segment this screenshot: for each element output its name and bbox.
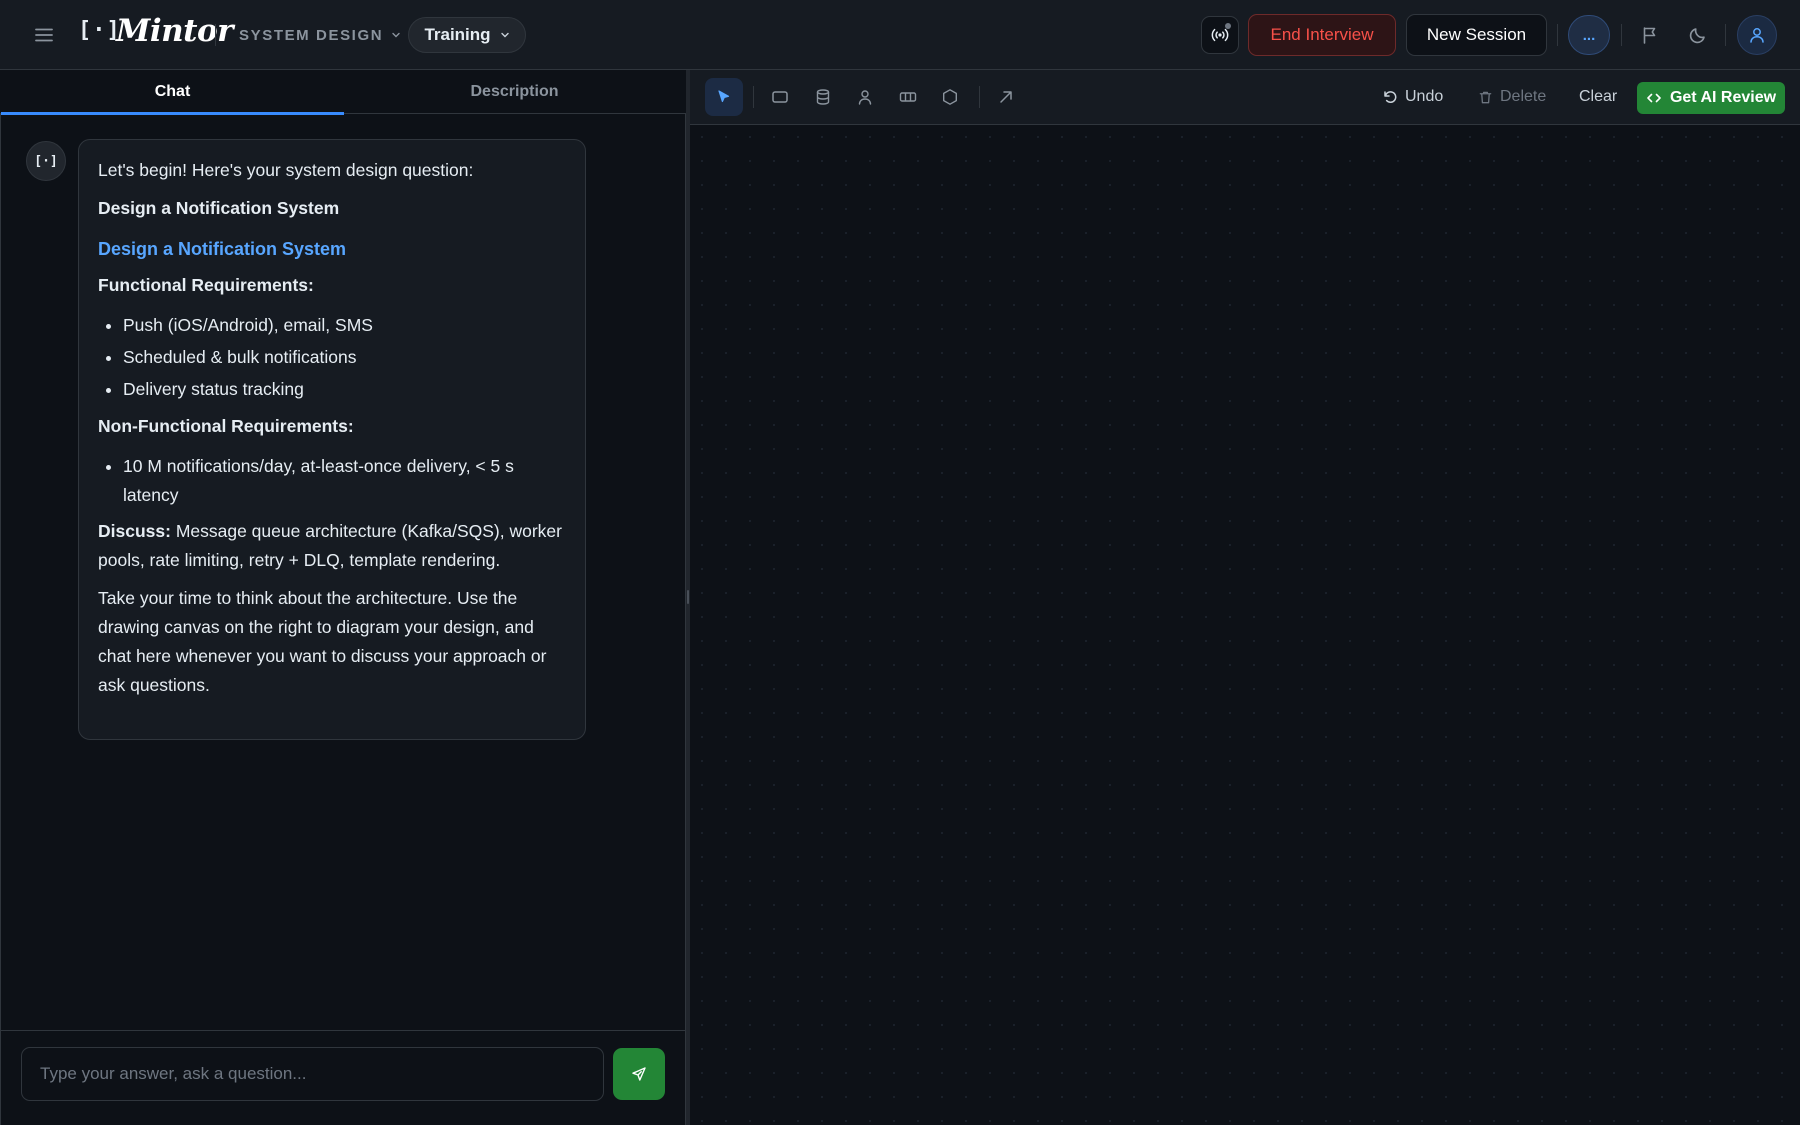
end-interview-button[interactable]: End Interview [1248, 14, 1396, 56]
chat-panel: Chat Description [·] Let's begin! Here's… [0, 70, 686, 1125]
chat-composer [1, 1030, 685, 1125]
list-item: Scheduled & bulk notifications [123, 341, 567, 373]
database-tool[interactable] [804, 78, 842, 116]
discuss-paragraph: Discuss: Message queue architecture (Kaf… [98, 517, 567, 575]
ai-review-label: Get AI Review [1669, 89, 1777, 106]
list-item: Delivery status tracking [123, 373, 567, 405]
clear-button[interactable]: Clear [1579, 80, 1617, 114]
chevron-down-icon [500, 32, 509, 38]
arrow-tool[interactable] [987, 78, 1025, 116]
question-heading: Design a Notification System [98, 239, 347, 259]
panel-tabs: Chat Description [0, 70, 686, 115]
discuss-label: Discuss: [98, 521, 171, 541]
undo-label: Undo [1405, 88, 1444, 105]
hexagon-tool[interactable] [931, 78, 969, 116]
queue-icon [899, 92, 917, 102]
send-button[interactable] [613, 1048, 665, 1100]
assistant-avatar: [·] [26, 141, 66, 181]
nonfunctional-list: 10 M notifications/day, at-least-once de… [98, 450, 567, 510]
assistant-message: Let's begin! Here's your system design q… [78, 139, 586, 740]
context-dropdown[interactable]: SYSTEM DESIGN [239, 24, 401, 46]
toolbar-divider [979, 86, 980, 108]
send-icon [632, 1067, 646, 1081]
hamburger-icon[interactable] [33, 24, 55, 46]
undo-icon [1384, 91, 1397, 103]
list-item: 10 M notifications/day, at-least-once de… [123, 450, 567, 510]
cursor-icon [718, 90, 730, 103]
list-item: Push (iOS/Android), email, SMS [123, 309, 567, 341]
functional-list: Push (iOS/Android), email, SMS Scheduled… [98, 309, 567, 405]
moon-icon[interactable] [1685, 22, 1711, 48]
question-title: Design a Notification System [98, 198, 340, 218]
database-icon [816, 89, 830, 105]
tab-description[interactable]: Description [343, 70, 686, 114]
nonfunctional-heading: Non-Functional Requirements: [98, 416, 354, 436]
user-icon [1750, 28, 1764, 43]
user-tool[interactable] [846, 78, 884, 116]
ai-review-button[interactable]: Get AI Review [1637, 82, 1785, 114]
delete-button[interactable]: Delete [1478, 80, 1546, 114]
code-icon [1647, 93, 1661, 103]
header-divider [215, 24, 216, 46]
header-divider [1621, 24, 1622, 46]
rectangle-tool[interactable] [761, 78, 799, 116]
user-icon [858, 90, 872, 105]
mode-dropdown[interactable]: Training [408, 17, 526, 53]
status-dot [1225, 23, 1231, 29]
top-header: [·] Mintor SYSTEM DESIGN Training End In… [0, 0, 1800, 70]
rectangle-icon [772, 91, 788, 103]
closing-paragraph: Take your time to think about the archit… [98, 588, 547, 695]
new-session-button[interactable]: New Session [1406, 14, 1547, 56]
select-tool[interactable] [705, 78, 743, 116]
context-label: SYSTEM DESIGN [239, 26, 384, 44]
drawing-canvas[interactable] [690, 125, 1800, 1125]
header-divider [1557, 24, 1558, 46]
hexagon-icon [943, 89, 957, 105]
canvas-panel: Undo Delete Clear Get AI Review [690, 70, 1800, 1125]
user-menu-button[interactable] [1737, 15, 1777, 55]
live-audio-button[interactable] [1201, 16, 1239, 54]
brand-mark: [·] [78, 18, 121, 43]
arrow-icon [1000, 91, 1012, 103]
header-divider [1725, 24, 1726, 46]
canvas-toolbar: Undo Delete Clear Get AI Review [690, 70, 1800, 125]
mode-label: Training [424, 25, 491, 44]
functional-heading: Functional Requirements: [98, 275, 314, 295]
chevron-down-icon [392, 32, 400, 38]
delete-label: Delete [1500, 88, 1547, 105]
tab-chat[interactable]: Chat [1, 70, 344, 115]
trash-icon [1479, 91, 1492, 103]
flag-icon[interactable] [1637, 22, 1663, 48]
more-button[interactable]: ... [1568, 15, 1610, 55]
message-intro: Let's begin! Here's your system design q… [98, 160, 474, 180]
queue-tool[interactable] [889, 78, 927, 116]
undo-button[interactable]: Undo [1382, 80, 1443, 114]
chat-input[interactable] [21, 1047, 604, 1101]
toolbar-divider [753, 86, 754, 108]
